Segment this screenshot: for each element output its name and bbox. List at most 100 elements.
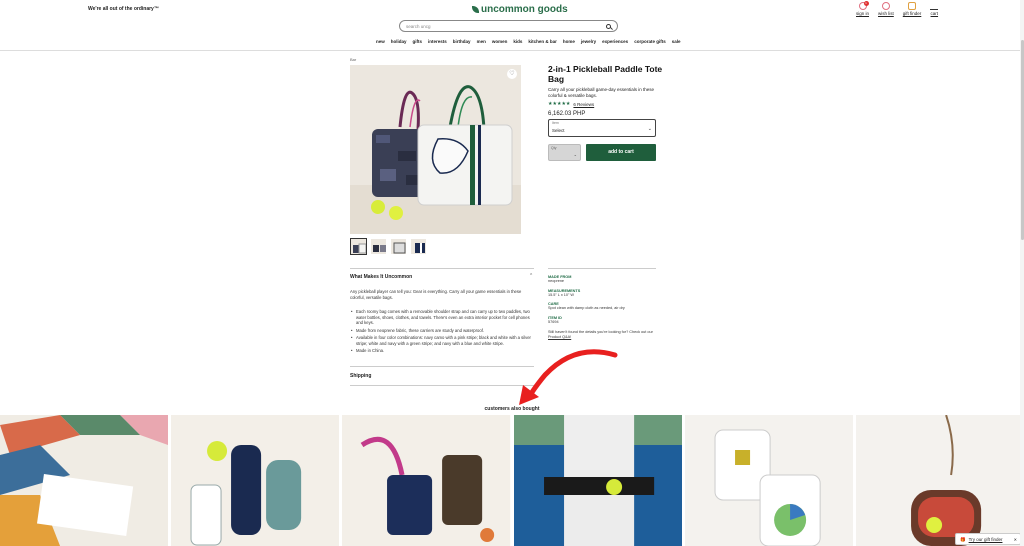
recommendation-card-4[interactable]	[513, 415, 682, 546]
header-actions: 1 sign in wish list gift finder cart	[856, 1, 939, 16]
leaf-icon	[472, 6, 479, 13]
item-select-label: Item	[552, 121, 559, 125]
nav-item-interests[interactable]: interests	[428, 39, 447, 44]
product-qa-link[interactable]: Product Q&A!	[548, 335, 658, 340]
search-icon[interactable]	[606, 23, 611, 29]
details-divider-bottom	[350, 385, 534, 386]
chevron-down-icon: ⌄	[647, 126, 652, 132]
gift-finder-label: gift finder	[902, 11, 922, 16]
spec-made-from-value: neoprene	[548, 279, 565, 283]
nav-item-men[interactable]: men	[477, 39, 486, 44]
list-item: Each roomy bag comes with a removable sh…	[350, 309, 532, 326]
spec-help: Still haven't found the details you're l…	[548, 330, 658, 340]
list-item: Made from neoprene fabric, these carrier…	[350, 328, 532, 334]
rating[interactable]: ★★★★★ 6 Reviews	[548, 101, 594, 107]
spec-measurements-value: 15.5" L x 10" W	[548, 293, 574, 297]
star-rating-icon: ★★★★★	[548, 101, 571, 107]
cart-label: cart	[930, 11, 939, 16]
thumbnail-bags-icon	[393, 242, 406, 254]
spec-care: CARE Spot clean with damp cloth as neede…	[548, 302, 658, 311]
chevron-down-icon: ⌄	[573, 152, 577, 157]
specs-divider	[548, 268, 656, 269]
search-bar[interactable]: search uncg	[399, 20, 618, 32]
chevron-up-icon[interactable]: ⌃	[529, 273, 533, 279]
list-item: Available in four color combinations: na…	[350, 335, 532, 346]
thumbnail-4[interactable]	[410, 238, 427, 255]
red-arrow-annotation	[519, 349, 618, 405]
tote-bags-illustration	[350, 85, 521, 234]
nav-item-home[interactable]: home	[563, 39, 575, 44]
reviews-link[interactable]: 6 Reviews	[573, 102, 594, 107]
details-intro: Any pickleball player can tell you: Gear…	[350, 289, 522, 300]
nav-item-birthday[interactable]: birthday	[453, 39, 471, 44]
nav-item-kitchen-bar[interactable]: kitchen & bar	[528, 39, 557, 44]
notification-badge: 1	[863, 1, 869, 6]
thumbnail-bags-icon	[353, 243, 366, 254]
thumbnail-2[interactable]	[370, 238, 387, 255]
add-to-cart-button[interactable]: add to cart	[586, 144, 656, 161]
recommendation-card-1[interactable]	[0, 415, 169, 546]
spec-measurements: MEASUREMENTS 15.5" L x 10" W	[548, 289, 658, 298]
nav-item-experiences[interactable]: experiences	[602, 39, 628, 44]
shipping-heading[interactable]: Shipping	[350, 373, 371, 379]
thumbnail-bags-icon	[373, 245, 386, 252]
customers-also-bought-heading: customers also bought	[484, 406, 540, 412]
product-thumbnails	[350, 238, 427, 255]
product-description: Carry all your pickleball game-day essen…	[548, 87, 655, 98]
wish-list-link[interactable]: wish list	[878, 2, 894, 16]
item-select[interactable]: Item Select ⌄	[548, 119, 656, 137]
site-logo[interactable]: uncommon goods	[472, 4, 568, 15]
search-input[interactable]: search uncg	[406, 24, 606, 29]
breadcrumb[interactable]: Bar	[350, 57, 356, 62]
close-icon[interactable]: ✕	[1014, 534, 1017, 545]
nav-item-gifts[interactable]: gifts	[413, 39, 423, 44]
product-image	[342, 415, 511, 546]
details-divider-mid	[350, 366, 534, 367]
gift-finder-link[interactable]: gift finder	[902, 2, 922, 16]
nav-item-kids[interactable]: kids	[513, 39, 522, 44]
logo-text: uncommon goods	[481, 4, 568, 15]
spec-care-value: Spot clean with damp cloth as needed, ai…	[548, 306, 625, 310]
tagline: We're all out of the ordinary™	[88, 6, 159, 12]
recommendation-card-2[interactable]	[171, 415, 340, 546]
gift-finder-text[interactable]: Try our gift finder	[969, 534, 1003, 545]
recommendation-card-6[interactable]	[855, 415, 1024, 546]
product-image	[171, 415, 340, 546]
product-image	[855, 415, 1024, 546]
product-image	[0, 415, 169, 546]
cart-link[interactable]: cart	[930, 2, 939, 16]
sign-in-link[interactable]: 1 sign in	[856, 1, 870, 16]
quantity-select[interactable]: Qty ⌄	[548, 144, 581, 161]
quantity-label: Qty	[551, 146, 557, 150]
nav-item-holiday[interactable]: holiday	[391, 39, 407, 44]
nav-item-women[interactable]: women	[492, 39, 508, 44]
cart-icon	[930, 2, 939, 10]
product-title: 2-in-1 Pickleball Paddle Tote Bag	[548, 64, 663, 84]
recommendation-card-3[interactable]	[342, 415, 511, 546]
gift-icon	[908, 2, 917, 10]
product-main-image[interactable]: ♡	[350, 65, 521, 234]
item-select-value: Select	[552, 128, 565, 133]
header-divider	[0, 50, 1024, 51]
recommendation-card-5[interactable]	[684, 415, 853, 546]
product-image	[684, 415, 853, 546]
recommendation-row	[0, 415, 1024, 546]
spec-item-id: ITEM ID 57694	[548, 316, 658, 325]
sign-in-label: sign in	[856, 11, 870, 16]
product-image	[513, 415, 682, 546]
nav-item-sale[interactable]: sale	[672, 39, 681, 44]
list-item: Made in China.	[350, 348, 532, 354]
nav-item-jewelry[interactable]: jewelry	[581, 39, 596, 44]
product-price: 6,162.03 PHP	[548, 111, 586, 117]
thumbnail-1[interactable]	[350, 238, 367, 255]
nav-item-new[interactable]: new	[376, 39, 385, 44]
gift-finder-widget[interactable]: 🎁 Try our gift finder ✕	[955, 533, 1021, 545]
thumbnail-3[interactable]	[390, 238, 407, 255]
gift-icon: 🎁	[960, 536, 966, 542]
main-nav: new holiday gifts interests birthday men…	[376, 39, 680, 44]
nav-item-corporate-gifts[interactable]: corporate gifts	[634, 39, 666, 44]
what-makes-it-uncommon-heading[interactable]: What Makes It Uncommon	[350, 274, 412, 280]
wishlist-heart-button[interactable]: ♡	[507, 69, 517, 79]
thumbnail-bags-icon	[415, 243, 425, 253]
wish-list-label: wish list	[878, 11, 894, 16]
